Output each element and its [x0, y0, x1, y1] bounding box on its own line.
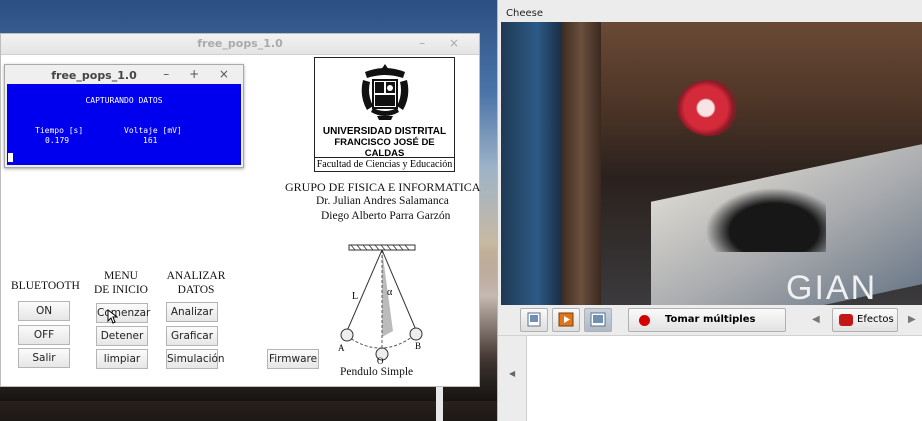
thumbnail-gallery: ◀ — [498, 336, 922, 421]
photo-icon — [527, 312, 541, 327]
university-name-line1: UNIVERSIDAD DISTRITAL — [322, 126, 447, 137]
data-capture-screen: CAPTURANDO DATOS Tiempo [s] 0.179 Voltaj… — [7, 84, 241, 165]
voltage-label: Voltaje [mV] — [124, 126, 182, 135]
effects-label: Efectos — [857, 314, 894, 325]
video-box-text: GIAN — [786, 269, 878, 305]
bluetooth-header: BLUETOOTH — [11, 280, 80, 292]
pendulum-label-alpha: α — [387, 287, 393, 298]
effects-button[interactable]: Efectos — [832, 308, 898, 332]
console-window-controls[interactable]: – + × — [163, 67, 237, 81]
burst-icon — [590, 312, 606, 327]
capture-header: CAPTURANDO DATOS — [85, 96, 163, 105]
time-label: Tiempo [s] — [35, 126, 84, 135]
main-window-controls[interactable]: – × — [419, 36, 469, 50]
firmware-button[interactable]: Firmware — [267, 349, 319, 369]
pendulum-label-a: A — [338, 343, 345, 353]
gallery-scroll-left[interactable]: ◀ — [498, 336, 527, 421]
start-button[interactable]: Comenzar — [96, 303, 150, 323]
console-window-title: free_pops_1.0 — [51, 69, 137, 82]
video-pendulum-bob — [677, 80, 741, 136]
menu-header-line1: MENU — [104, 270, 138, 282]
mouse-pointer-icon — [107, 309, 118, 324]
analyze-header-line1: ANALIZAR — [166, 270, 226, 282]
stop-button[interactable]: Detener — [96, 326, 148, 346]
pendulum-label-b: B — [415, 341, 421, 351]
webcam-preview: GIAN — [501, 22, 922, 305]
video-wall — [501, 22, 561, 305]
video-post — [561, 22, 601, 305]
pendulum-drawing: L α A O B — [338, 244, 423, 366]
cheese-app-menu[interactable]: Cheese — [506, 8, 543, 19]
effects-icon — [839, 314, 853, 326]
menu-header-line2: DE INICIO — [94, 284, 148, 296]
analyze-header: ANALIZAR DATOS — [164, 269, 228, 297]
faculty-name: Facultad de Ciencias y Educación — [315, 157, 454, 170]
university-crest-icon — [361, 64, 408, 120]
analyze-header-line2: DATOS — [177, 284, 215, 296]
thumbnail-area[interactable] — [527, 336, 922, 421]
previous-effect-icon[interactable]: ◀ — [812, 314, 820, 325]
voltage-value: 161 — [143, 136, 158, 145]
analyze-button[interactable]: Analizar — [166, 302, 218, 322]
bluetooth-on-button[interactable]: ON — [18, 301, 70, 321]
burst-mode-button[interactable] — [584, 308, 612, 332]
take-multiple-photos-button[interactable]: Tomar múltiples fotos — [628, 308, 786, 347]
simulation-button[interactable]: Simulación — [166, 349, 225, 369]
cheese-window: Cheese GIAN Tomar múltiples ◀ Efectos ▶ … — [497, 0, 922, 421]
video-device — [696, 182, 826, 252]
video-icon — [558, 312, 574, 327]
main-window-titlebar[interactable]: free_pops_1.0 – × — [1, 34, 479, 55]
console-window-titlebar[interactable]: free_pops_1.0 – + × — [5, 65, 243, 85]
group-member-2: Diego Alberto Parra Garzón — [321, 210, 451, 222]
pendulum-diagram: L α A O B — [333, 243, 433, 368]
university-name-line2: FRANCISCO JOSÉ DE CALDAS — [334, 137, 435, 159]
menu-header: MENU DE INICIO — [93, 269, 149, 297]
console-window: free_pops_1.0 – + × CAPTURANDO DATOS Tie… — [4, 64, 244, 168]
photo-mode-button[interactable] — [520, 308, 548, 332]
text-cursor — [8, 153, 13, 162]
university-logo: UNIVERSIDAD DISTRITAL FRANCISCO JOSÉ DE … — [314, 57, 455, 172]
main-window-title: free_pops_1.0 — [197, 37, 283, 50]
pendulum-label-l: L — [352, 291, 358, 302]
record-icon — [639, 315, 650, 326]
scroll-left-icon[interactable]: ◀ — [509, 369, 515, 378]
plot-button[interactable]: Graficar — [166, 326, 218, 346]
video-mode-button[interactable] — [552, 308, 580, 332]
time-value: 0.179 — [45, 136, 70, 145]
lamp-post — [436, 385, 443, 421]
exit-button[interactable]: Salir — [18, 348, 70, 368]
pendulum-caption: Pendulo Simple — [340, 366, 414, 378]
pendulum-label-o: O — [377, 356, 384, 365]
group-name: GRUPO DE FISICA E INFORMATICA — [285, 180, 481, 194]
group-member-1: Dr. Julian Andres Salamanca — [316, 195, 449, 207]
cheese-toolbar: Tomar múltiples fotos ◀ Efectos ▶ — [498, 305, 922, 347]
clear-button[interactable]: limpiar — [96, 349, 148, 369]
bluetooth-off-button[interactable]: OFF — [18, 325, 70, 345]
next-effect-icon[interactable]: ▶ — [908, 314, 916, 325]
